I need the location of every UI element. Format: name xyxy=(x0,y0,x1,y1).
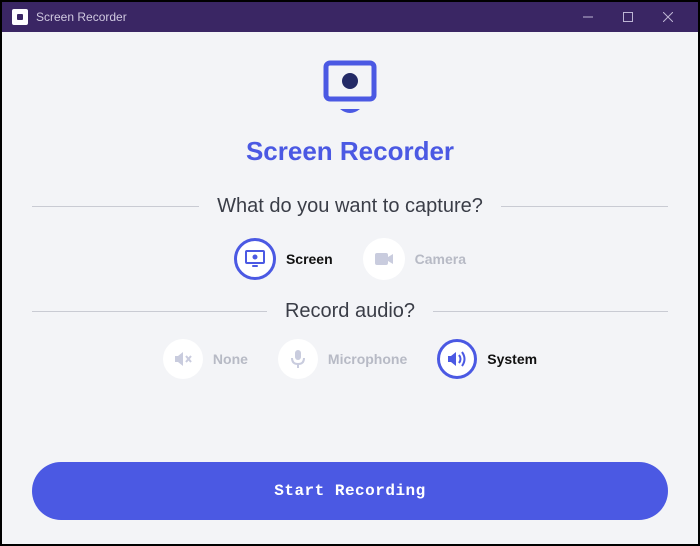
capture-question: What do you want to capture? xyxy=(217,195,483,218)
app-logo xyxy=(318,59,382,124)
audio-option-microphone-label: Microphone xyxy=(328,351,407,367)
audio-option-none[interactable]: None xyxy=(163,339,248,379)
audio-option-system-label: System xyxy=(487,351,537,367)
app-icon xyxy=(12,9,28,25)
audio-question: Record audio? xyxy=(285,300,415,323)
close-icon xyxy=(663,12,673,22)
app-title: Screen Recorder xyxy=(246,136,454,167)
start-recording-label: Start Recording xyxy=(274,482,426,500)
audio-option-microphone[interactable]: Microphone xyxy=(278,339,407,379)
main-content: Screen Recorder What do you want to capt… xyxy=(2,32,698,544)
capture-option-camera-label: Camera xyxy=(415,251,466,267)
camera-icon xyxy=(373,251,395,267)
maximize-button[interactable] xyxy=(608,2,648,32)
capture-option-camera[interactable]: Camera xyxy=(363,238,466,280)
capture-option-screen[interactable]: Screen xyxy=(234,238,333,280)
monitor-icon xyxy=(318,59,382,119)
close-button[interactable] xyxy=(648,2,688,32)
minimize-icon xyxy=(583,12,593,22)
capture-option-screen-label: Screen xyxy=(286,251,333,267)
speaker-icon xyxy=(446,350,468,368)
start-recording-button[interactable]: Start Recording xyxy=(32,462,668,520)
audio-section: Record audio? None xyxy=(32,300,668,379)
audio-option-system[interactable]: System xyxy=(437,339,537,379)
audio-option-none-label: None xyxy=(213,351,248,367)
capture-section: What do you want to capture? Screen xyxy=(32,195,668,280)
mute-icon xyxy=(173,350,193,368)
microphone-icon xyxy=(290,349,306,369)
minimize-button[interactable] xyxy=(568,2,608,32)
titlebar: Screen Recorder xyxy=(2,2,698,32)
titlebar-title: Screen Recorder xyxy=(36,10,127,24)
maximize-icon xyxy=(623,12,633,22)
screen-icon xyxy=(244,249,266,269)
